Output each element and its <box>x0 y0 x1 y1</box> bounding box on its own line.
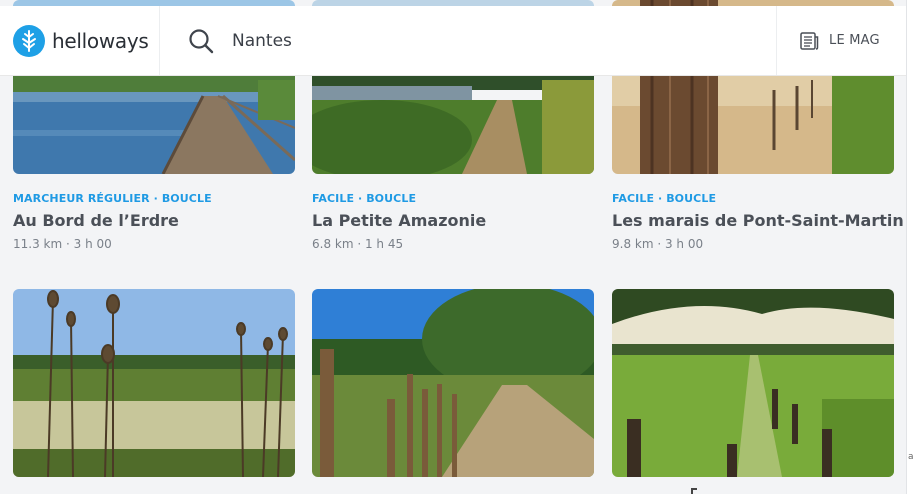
scrollbar-track[interactable]: a <box>906 0 914 494</box>
hike-card[interactable] <box>312 289 594 477</box>
edge-mark: a <box>908 452 914 462</box>
search-field[interactable]: Nantes <box>160 6 776 75</box>
hike-tags: FACILE · BOUCLE <box>612 192 717 205</box>
hike-tags: FACILE · BOUCLE <box>312 192 417 205</box>
hike-card[interactable] <box>612 289 894 477</box>
brand-home-link[interactable]: helloways <box>0 6 160 75</box>
mag-label: LE MAG <box>829 33 880 48</box>
mag-link[interactable]: LE MAG <box>776 6 906 75</box>
hike-tags: MARCHEUR RÉGULIER · BOUCLE <box>13 192 212 205</box>
hike-distance-duration: 9.8 km · 3 h 00 <box>612 237 704 251</box>
hike-distance-duration: 6.8 km · 1 h 45 <box>312 237 404 251</box>
newspaper-icon <box>800 31 819 50</box>
search-value[interactable]: Nantes <box>232 31 292 51</box>
hike-title[interactable]: Les marais de Pont-Saint-Martin <box>612 211 904 230</box>
brand-name: helloways <box>52 28 149 53</box>
hike-photo-teasel-pond[interactable] <box>13 289 295 477</box>
hike-card[interactable] <box>13 289 295 477</box>
top-navigation-bar: helloways Nantes LE MAG <box>0 6 906 76</box>
chevron-up-icon <box>691 488 697 494</box>
hike-title[interactable]: La Petite Amazonie <box>312 211 594 230</box>
search-icon <box>189 28 214 53</box>
hike-photo-green-meadow[interactable] <box>612 289 894 477</box>
hike-photo-fence-trail[interactable] <box>312 289 594 477</box>
hike-distance-duration: 11.3 km · 3 h 00 <box>13 237 112 251</box>
helloways-logo-icon <box>13 24 45 57</box>
hike-title[interactable]: Au Bord de l’Erdre <box>13 211 295 230</box>
